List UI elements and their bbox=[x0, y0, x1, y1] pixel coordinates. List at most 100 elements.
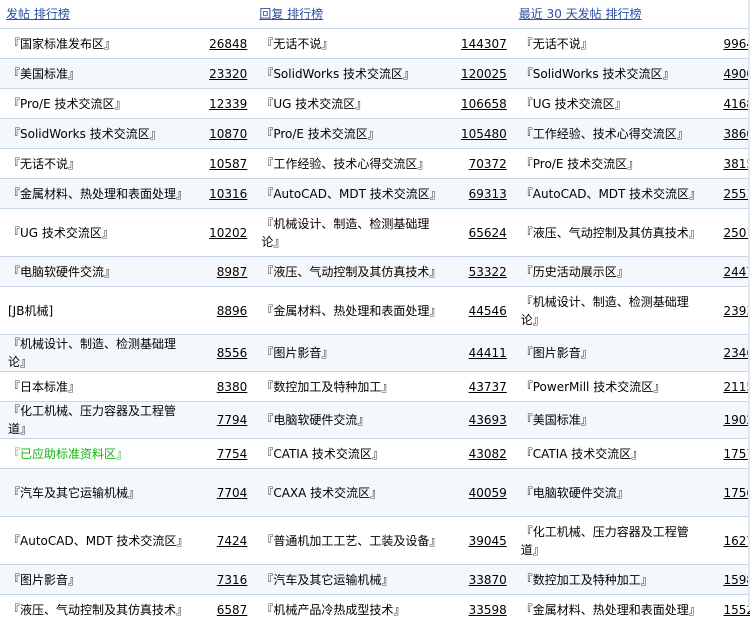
recent-rank-forum-link[interactable]: 『Pro/E 技术交流区』 bbox=[521, 157, 639, 171]
post-rank-forum-link[interactable]: 『Pro/E 技术交流区』 bbox=[8, 97, 126, 111]
post-rank-count-link[interactable]: 7754 bbox=[217, 447, 248, 461]
reply-rank-forum-link[interactable]: 『电脑软硬件交流』 bbox=[261, 413, 369, 427]
reply-rank-forum-link[interactable]: 『无话不说』 bbox=[261, 37, 333, 51]
header-reply-ranking[interactable]: 回复 排行榜 bbox=[253, 0, 512, 29]
post-rank-forum-link[interactable]: 『化工机械、压力容器及工程管道』 bbox=[8, 404, 176, 436]
post-rank-forum-link[interactable]: 『电脑软硬件交流』 bbox=[8, 265, 116, 279]
reply-rank-forum-link[interactable]: 『普通机加工工艺、工装及设备』 bbox=[261, 534, 441, 548]
recent-rank-forum-link[interactable]: 『历史活动展示区』 bbox=[521, 265, 629, 279]
post-rank-forum-link[interactable]: 『液压、气动控制及其仿真技术』 bbox=[8, 603, 188, 617]
reply-rank-forum-link[interactable]: 『图片影音』 bbox=[261, 346, 333, 360]
post-rank-count-link[interactable]: 8987 bbox=[217, 265, 248, 279]
post-rank-count-link[interactable]: 8556 bbox=[217, 346, 248, 360]
reply-rank-count-link[interactable]: 44411 bbox=[469, 346, 507, 360]
reply-rank-count-link[interactable]: 43737 bbox=[469, 380, 507, 394]
post-rank-count-link[interactable]: 10202 bbox=[209, 226, 247, 240]
post-rank-count-link[interactable]: 7424 bbox=[217, 534, 248, 548]
post-rank-forum-link[interactable]: 『无话不说』 bbox=[8, 157, 80, 171]
reply-rank-count-link[interactable]: 105480 bbox=[461, 127, 507, 141]
recent-rank-count-link[interactable]: 4168 bbox=[723, 97, 750, 111]
reply-rank-forum-link[interactable]: 『CATIA 技术交流区』 bbox=[261, 447, 384, 461]
post-rank-forum-link[interactable]: 『国家标准发布区』 bbox=[8, 37, 116, 51]
reply-rank-forum-link[interactable]: 『Pro/E 技术交流区』 bbox=[261, 127, 379, 141]
recent-rank-count-link[interactable]: 2115 bbox=[723, 380, 750, 394]
post-rank-count-link[interactable]: 23320 bbox=[209, 67, 247, 81]
recent-rank-forum-link[interactable]: 『化工机械、压力容器及工程管道』 bbox=[521, 525, 689, 557]
reply-rank-forum-link[interactable]: 『CAXA 技术交流区』 bbox=[261, 486, 382, 500]
post-rank-forum-link[interactable]: [JB机械] bbox=[8, 304, 53, 318]
recent-rank-forum-link[interactable]: 『美国标准』 bbox=[521, 413, 593, 427]
post-rank-count-link[interactable]: 8380 bbox=[217, 380, 248, 394]
reply-rank-count-link[interactable]: 40059 bbox=[469, 486, 507, 500]
recent-rank-forum-link[interactable]: 『CATIA 技术交流区』 bbox=[521, 447, 644, 461]
recent-rank-forum-link[interactable]: 『数控加工及特种加工』 bbox=[521, 573, 653, 587]
reply-rank-count-link[interactable]: 144307 bbox=[461, 37, 507, 51]
recent-rank-count-link[interactable]: 1757 bbox=[723, 447, 750, 461]
recent-rank-count-link[interactable]: 1902 bbox=[723, 413, 750, 427]
reply-rank-forum-link[interactable]: 『数控加工及特种加工』 bbox=[261, 380, 393, 394]
recent-rank-count-link[interactable]: 9964 bbox=[723, 37, 750, 51]
reply-rank-count-link[interactable]: 44546 bbox=[469, 304, 507, 318]
post-rank-count-link[interactable]: 7704 bbox=[217, 486, 248, 500]
reply-rank-count-link[interactable]: 70372 bbox=[469, 157, 507, 171]
post-rank-count-link[interactable]: 8896 bbox=[217, 304, 248, 318]
post-rank-count-link[interactable]: 7316 bbox=[217, 573, 248, 587]
reply-rank-forum-link[interactable]: 『AutoCAD、MDT 技术交流区』 bbox=[261, 187, 441, 201]
recent-rank-count-link[interactable]: 2393 bbox=[723, 304, 750, 318]
post-rank-forum-link[interactable]: 『日本标准』 bbox=[8, 380, 80, 394]
recent-rank-forum-link[interactable]: 『机械设计、制造、检测基础理论』 bbox=[521, 295, 689, 327]
recent-rank-forum-link[interactable]: 『无话不说』 bbox=[521, 37, 593, 51]
post-rank-count-link[interactable]: 10870 bbox=[209, 127, 247, 141]
recent-rank-forum-link[interactable]: 『电脑软硬件交流』 bbox=[521, 486, 629, 500]
header-30day-ranking[interactable]: 最近 30 天发帖 排行榜 bbox=[513, 0, 750, 29]
post-rank-count-link[interactable]: 12339 bbox=[209, 97, 247, 111]
post-rank-count-link[interactable]: 26848 bbox=[209, 37, 247, 51]
recent-rank-forum-link[interactable]: 『图片影音』 bbox=[521, 346, 593, 360]
post-rank-forum-link[interactable]: 『图片影音』 bbox=[8, 573, 80, 587]
recent-rank-count-link[interactable]: 1627 bbox=[723, 534, 750, 548]
post-rank-count-link[interactable]: 10316 bbox=[209, 187, 247, 201]
reply-rank-count-link[interactable]: 33870 bbox=[469, 573, 507, 587]
recent-rank-count-link[interactable]: 2501 bbox=[723, 226, 750, 240]
recent-rank-forum-link[interactable]: 『SolidWorks 技术交流区』 bbox=[521, 67, 675, 81]
post-rank-forum-link[interactable]: 『汽车及其它运输机械』 bbox=[8, 486, 140, 500]
recent-rank-count-link[interactable]: 1598 bbox=[723, 573, 750, 587]
reply-rank-forum-link[interactable]: 『工作经验、技术心得交流区』 bbox=[261, 157, 429, 171]
recent-rank-count-link[interactable]: 3815 bbox=[723, 157, 750, 171]
reply-rank-count-link[interactable]: 69313 bbox=[469, 187, 507, 201]
reply-rank-forum-link[interactable]: 『汽车及其它运输机械』 bbox=[261, 573, 393, 587]
post-rank-count-link[interactable]: 7794 bbox=[217, 413, 248, 427]
post-rank-count-link[interactable]: 6587 bbox=[217, 603, 248, 617]
reply-rank-count-link[interactable]: 53322 bbox=[469, 265, 507, 279]
reply-rank-count-link[interactable]: 43693 bbox=[469, 413, 507, 427]
recent-rank-forum-link[interactable]: 『金属材料、热处理和表面处理』 bbox=[521, 603, 701, 617]
recent-rank-forum-link[interactable]: 『工作经验、技术心得交流区』 bbox=[521, 127, 689, 141]
reply-rank-forum-link[interactable]: 『液压、气动控制及其仿真技术』 bbox=[261, 265, 441, 279]
post-rank-forum-link[interactable]: 『AutoCAD、MDT 技术交流区』 bbox=[8, 534, 188, 548]
post-rank-forum-link[interactable]: 『UG 技术交流区』 bbox=[8, 226, 114, 240]
post-rank-forum-link[interactable]: 『美国标准』 bbox=[8, 67, 80, 81]
post-rank-forum-link[interactable]: 『金属材料、热处理和表面处理』 bbox=[8, 187, 188, 201]
post-rank-forum-link[interactable]: 『SolidWorks 技术交流区』 bbox=[8, 127, 162, 141]
reply-rank-count-link[interactable]: 120025 bbox=[461, 67, 507, 81]
post-rank-forum-link[interactable]: 『已应助标准资料区』 bbox=[8, 447, 128, 461]
recent-rank-forum-link[interactable]: 『液压、气动控制及其仿真技术』 bbox=[521, 226, 701, 240]
post-rank-forum-link[interactable]: 『机械设计、制造、检测基础理论』 bbox=[8, 337, 176, 369]
recent-rank-count-link[interactable]: 4900 bbox=[723, 67, 750, 81]
recent-rank-forum-link[interactable]: 『AutoCAD、MDT 技术交流区』 bbox=[521, 187, 701, 201]
reply-rank-count-link[interactable]: 43082 bbox=[469, 447, 507, 461]
recent-rank-count-link[interactable]: 1756 bbox=[723, 486, 750, 500]
post-rank-count-link[interactable]: 10587 bbox=[209, 157, 247, 171]
reply-rank-forum-link[interactable]: 『机械设计、制造、检测基础理论』 bbox=[261, 217, 429, 249]
reply-rank-count-link[interactable]: 33598 bbox=[469, 603, 507, 617]
reply-rank-forum-link[interactable]: 『SolidWorks 技术交流区』 bbox=[261, 67, 415, 81]
reply-rank-forum-link[interactable]: 『机械产品冷热成型技术』 bbox=[261, 603, 405, 617]
reply-rank-count-link[interactable]: 106658 bbox=[461, 97, 507, 111]
recent-rank-count-link[interactable]: 2346 bbox=[723, 346, 750, 360]
reply-rank-forum-link[interactable]: 『UG 技术交流区』 bbox=[261, 97, 367, 111]
reply-rank-count-link[interactable]: 65624 bbox=[469, 226, 507, 240]
recent-rank-count-link[interactable]: 1552 bbox=[723, 603, 750, 617]
reply-rank-forum-link[interactable]: 『金属材料、热处理和表面处理』 bbox=[261, 304, 441, 318]
recent-rank-count-link[interactable]: 3860 bbox=[723, 127, 750, 141]
recent-rank-forum-link[interactable]: 『UG 技术交流区』 bbox=[521, 97, 627, 111]
